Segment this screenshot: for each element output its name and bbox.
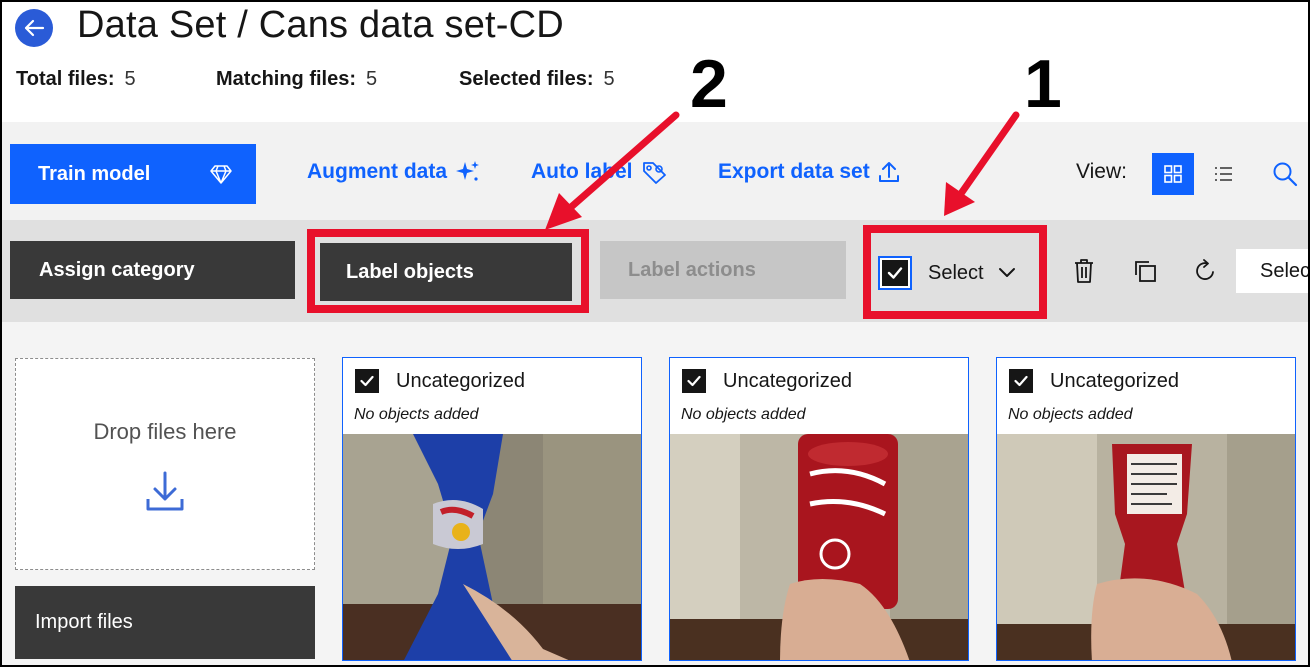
train-model-button[interactable]: Train model [10,144,256,204]
red-bull-can-photo [343,434,641,660]
download-icon [146,471,184,511]
import-files-label: Import files [35,611,133,633]
selection-filter-value: Selec [1260,259,1308,282]
sparkle-icon [456,161,480,181]
assign-category-label: Assign category [39,258,195,281]
selection-toolbar: Assign category Label objects Label acti… [2,220,1308,322]
file-card[interactable]: Uncategorized No objects added [669,357,969,661]
card-category: Uncategorized [1050,369,1179,392]
upload-icon [878,162,899,182]
train-model-label: Train model [38,162,151,185]
augment-data-button[interactable]: Augment data [307,160,481,184]
nutrition-facts-can-photo [997,434,1295,660]
checkmark-icon [687,375,701,387]
arrow-left-icon [24,19,45,37]
annotation-number-2: 2 [690,46,728,122]
grid-view-button[interactable] [1152,153,1194,195]
list-icon [1215,167,1232,181]
import-files-button[interactable]: Import files [15,586,315,659]
label-actions-button[interactable]: Label actions [600,241,846,299]
diamond-icon [210,165,232,184]
stat-label: Total files: [16,68,115,90]
list-view-button[interactable] [1202,153,1244,195]
stat-value: 5 [124,68,136,90]
matching-files-stat: Matching files: 5 [216,68,377,91]
auto-label-label: Auto label [531,160,633,183]
stat-label: Selected files: [459,68,594,90]
select-all-checkbox[interactable] [878,256,912,290]
augment-data-label: Augment data [307,160,448,183]
copy-icon [1135,261,1156,282]
card-category: Uncategorized [396,369,525,392]
select-dropdown-toggle[interactable] [998,267,1016,279]
file-card[interactable]: Uncategorized No objects added [342,357,642,661]
dropzone-text: Drop files here [93,419,237,444]
stat-label: Matching files: [216,68,357,90]
page-title: Data Set / Cans data set-CD [77,4,564,46]
tag-gear-icon [642,162,666,184]
grid-icon [1164,165,1182,183]
refresh-button[interactable] [1190,256,1220,286]
card-checkbox[interactable] [1009,369,1033,393]
card-objects-status: No objects added [1008,406,1133,423]
refresh-icon [1196,259,1214,280]
chevron-down-icon [998,268,1015,277]
files-grid: Drop files here Import files Uncategoriz… [2,322,1308,665]
checkmark-icon [360,375,374,387]
primary-toolbar: Train model Augment data Auto label Expo… [2,122,1308,220]
checkmark-icon [1014,375,1028,387]
dr-pepper-can-photo [670,434,968,660]
checkmark-icon [887,267,903,279]
search-icon [1273,162,1298,187]
stat-value: 5 [366,68,378,90]
selected-files-stat: Selected files: 5 [459,68,615,91]
search-button[interactable] [1264,153,1306,195]
card-objects-status: No objects added [681,406,806,423]
assign-category-button[interactable]: Assign category [10,241,295,299]
file-dropzone[interactable]: Drop files here [15,358,315,570]
card-header: Uncategorized [355,368,525,394]
back-button[interactable] [15,9,53,47]
annotation-number-1: 1 [1024,46,1062,122]
label-actions-label: Label actions [628,258,756,281]
card-category: Uncategorized [723,369,852,392]
total-files-stat: Total files: 5 [16,68,136,91]
auto-label-button[interactable]: Auto label [531,160,669,184]
highlight-box-label-objects [307,229,589,313]
trash-icon [1075,259,1093,283]
select-all-control[interactable]: Select [878,253,1016,293]
card-header: Uncategorized [682,368,852,394]
duplicate-button[interactable] [1130,256,1160,286]
select-label: Select [928,261,984,284]
card-objects-status: No objects added [354,406,479,423]
file-card[interactable]: Uncategorized No objects added [996,357,1296,661]
page-header: Data Set / Cans data set-CD Total files:… [2,2,1308,122]
view-label: View: [1076,160,1127,183]
delete-button[interactable] [1069,256,1099,286]
card-header: Uncategorized [1009,368,1179,394]
card-checkbox[interactable] [682,369,706,393]
export-data-set-label: Export data set [718,160,870,183]
selection-filter-dropdown[interactable]: Selec [1236,249,1308,293]
card-checkbox[interactable] [355,369,379,393]
export-data-set-button[interactable]: Export data set [718,160,900,184]
stat-value: 5 [603,68,615,90]
